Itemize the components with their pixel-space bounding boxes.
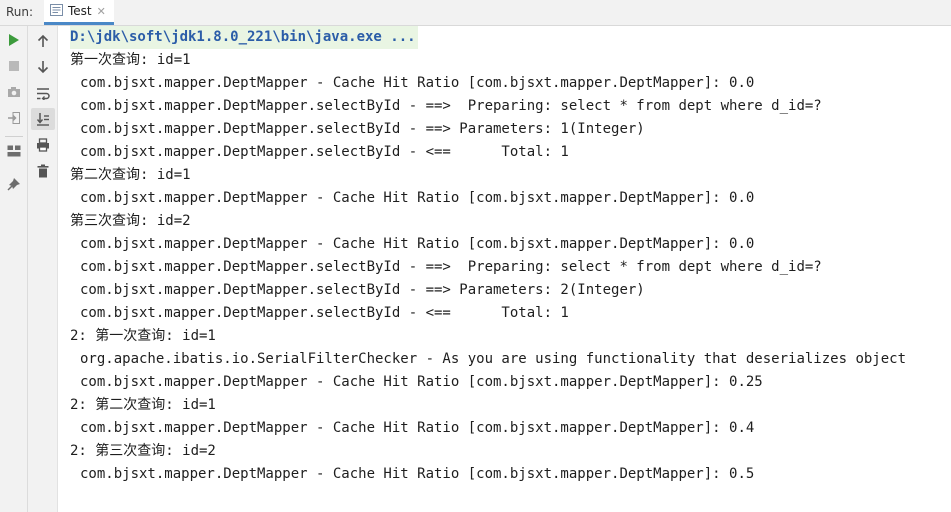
console-line: com.bjsxt.mapper.DeptMapper.selectById -… <box>80 259 822 275</box>
play-icon <box>9 34 19 46</box>
console-line: 2: 第二次查询: id=1 <box>70 397 216 413</box>
console-line: 第一次查询: id=1 <box>70 52 191 68</box>
print-icon <box>37 138 49 152</box>
console-line: 第三次查询: id=2 <box>70 213 191 229</box>
layout-button[interactable] <box>3 140 25 162</box>
run-toolbar-right <box>28 26 58 512</box>
console-line: com.bjsxt.mapper.DeptMapper.selectById -… <box>80 305 569 321</box>
stop-button[interactable] <box>3 55 25 77</box>
scroll-down-button[interactable] <box>32 56 54 78</box>
console-command-line: D:\jdk\soft\jdk1.8.0_221\bin\java.exe ..… <box>70 26 418 49</box>
scroll-to-end-button[interactable] <box>31 108 55 130</box>
console-line: com.bjsxt.mapper.DeptMapper.selectById -… <box>80 98 822 114</box>
console-line: com.bjsxt.mapper.DeptMapper - Cache Hit … <box>80 466 755 482</box>
run-tool-window-header: Run: Test ✕ <box>0 0 951 26</box>
camera-icon <box>8 87 20 97</box>
console-line: com.bjsxt.mapper.DeptMapper - Cache Hit … <box>80 75 755 91</box>
login-icon <box>8 112 20 124</box>
soft-wrap-icon <box>37 87 50 100</box>
console-line: com.bjsxt.mapper.DeptMapper - Cache Hit … <box>80 236 755 252</box>
print-button[interactable] <box>32 134 54 156</box>
toolbar-separator <box>5 136 23 137</box>
console-line: com.bjsxt.mapper.DeptMapper - Cache Hit … <box>80 420 755 436</box>
soft-wrap-button[interactable] <box>32 82 54 104</box>
scroll-up-button[interactable] <box>32 30 54 52</box>
trash-icon <box>37 164 49 178</box>
screenshot-button[interactable] <box>3 81 25 103</box>
tab-label: Test <box>68 4 92 18</box>
grid-layout-icon <box>7 145 21 157</box>
close-icon[interactable]: ✕ <box>97 5 106 18</box>
console-line: 2: 第一次查询: id=1 <box>70 328 216 344</box>
run-label: Run: <box>6 5 34 19</box>
console-line: com.bjsxt.mapper.DeptMapper.selectById -… <box>80 144 569 160</box>
console-output[interactable]: D:\jdk\soft\jdk1.8.0_221\bin\java.exe ..… <box>58 26 951 512</box>
console-line: org.apache.ibatis.io.SerialFilterChecker… <box>80 351 907 367</box>
run-config-icon <box>50 3 63 19</box>
arrow-down-icon <box>37 61 49 74</box>
console-line: com.bjsxt.mapper.DeptMapper - Cache Hit … <box>80 374 763 390</box>
rerun-button[interactable] <box>3 29 25 51</box>
console-line: 第二次查询: id=1 <box>70 167 191 183</box>
tab-test[interactable]: Test ✕ <box>44 0 114 25</box>
pin-button[interactable] <box>3 173 25 195</box>
console-line: com.bjsxt.mapper.DeptMapper - Cache Hit … <box>80 190 755 206</box>
scroll-to-end-icon <box>36 113 49 126</box>
console-line: com.bjsxt.mapper.DeptMapper.selectById -… <box>80 121 645 137</box>
console-line: 2: 第三次查询: id=2 <box>70 443 216 459</box>
stop-icon <box>9 61 19 71</box>
clear-button[interactable] <box>32 160 54 182</box>
arrow-up-icon <box>37 34 49 47</box>
restore-layout-button[interactable] <box>3 107 25 129</box>
console-line: com.bjsxt.mapper.DeptMapper.selectById -… <box>80 282 645 298</box>
pin-icon <box>7 178 20 191</box>
run-toolbar-left <box>0 26 28 512</box>
